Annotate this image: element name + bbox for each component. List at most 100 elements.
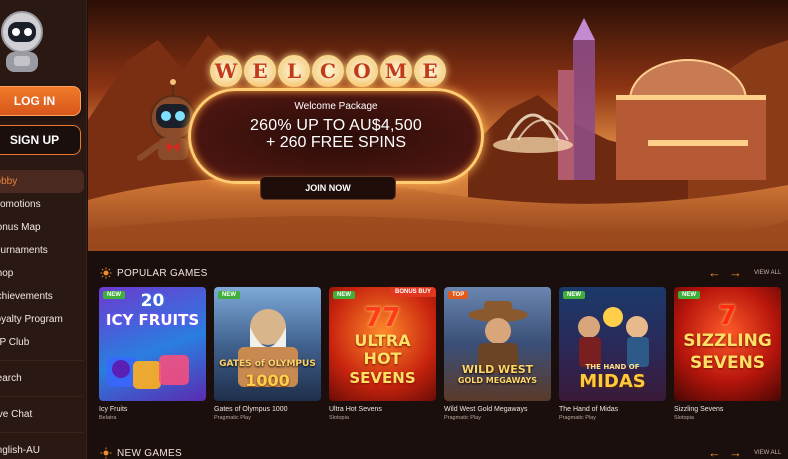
sidebar-item-label: Loyalty Program	[0, 314, 63, 325]
game-art-subtitle: 1000	[245, 371, 290, 390]
sidebar-item-vip-club[interactable]: VIP Club	[0, 331, 84, 354]
new-badge: NEW	[563, 291, 585, 299]
sidebar-item-bonus-map[interactable]: Bonus Map	[0, 216, 84, 239]
game-art-subtitle: MIDAS	[579, 371, 646, 392]
game-art-title: HOT	[363, 349, 402, 368]
sun-icon	[100, 447, 112, 459]
popular-games-row: NEW 20 ICY FRUITS Icy Fruits Belatra NEW…	[99, 287, 781, 421]
game-art-title: 20	[140, 291, 165, 311]
game-provider: Slotopia	[674, 415, 694, 421]
sidebar-divider	[0, 360, 84, 361]
game-art-title: SIZZLING	[683, 331, 772, 351]
sidebar-item-loyalty-program[interactable]: Loyalty Program	[0, 308, 84, 331]
game-thumbnail[interactable]: NEW 20 ICY FRUITS	[99, 287, 206, 401]
game-name: Ultra Hot Sevens	[329, 406, 382, 413]
game-thumbnail[interactable]: NEW BONUS BUY 77 ULTRA HOT SEVENS	[329, 287, 436, 401]
arrow-right-icon[interactable]: →	[729, 445, 742, 459]
game-name: The Hand of Midas	[559, 406, 619, 413]
game-name: Icy Fruits	[99, 406, 128, 413]
promo-headline: 260% UP TO AU$4,500	[250, 117, 422, 134]
game-thumbnail[interactable]: NEW 7 SIZZLING SEVENS	[674, 287, 781, 401]
sidebar-item-label: Tournaments	[0, 245, 48, 256]
game-provider: Pragmatic Play	[214, 415, 251, 421]
sidebar: LOG IN SIGN UP Lobby Promotions Bonus Ma…	[0, 0, 87, 459]
game-art-title: GATES of OLYMPUS	[219, 359, 316, 369]
game-card[interactable]: NEW 7 SIZZLING SEVENS Sizzling Sevens Sl…	[674, 287, 781, 421]
section-title: NEW GAMES	[117, 447, 182, 459]
welcome-letter: E	[244, 55, 276, 87]
game-art-subtitle: GOLD MEGAWAYS	[457, 376, 538, 385]
game-thumbnail[interactable]: NEW GATES of OLYMPUS 1000	[214, 287, 321, 401]
welcome-sign-letters: W E L C O M E	[210, 55, 446, 87]
game-name: Sizzling Sevens	[674, 406, 724, 413]
sidebar-divider	[0, 432, 84, 433]
sidebar-item-label: Promotions	[0, 199, 41, 210]
game-card[interactable]: NEW 20 ICY FRUITS Icy Fruits Belatra	[99, 287, 206, 421]
game-art-subtitle: SEVENS	[689, 353, 766, 373]
new-games-header: NEW GAMES	[100, 445, 182, 459]
game-card[interactable]: NEW GATES of OLYMPUS 1000 Gates of Olymp…	[214, 287, 321, 421]
game-art-subtitle: SEVENS	[349, 369, 416, 387]
join-now-button[interactable]: JOIN NOW	[260, 176, 396, 200]
login-button[interactable]: LOG IN	[0, 86, 81, 116]
game-name: Gates of Olympus 1000	[214, 406, 288, 413]
game-provider: Pragmatic Play	[444, 415, 481, 421]
game-name: Wild West Gold Megaways	[444, 406, 528, 413]
game-thumbnail[interactable]: NEW THE HAND OF MIDAS	[559, 287, 666, 401]
sidebar-divider	[0, 396, 84, 397]
welcome-letter: C	[312, 55, 344, 87]
sidebar-item-label: Achievements	[0, 291, 53, 302]
promo-subtitle: Welcome Package	[294, 101, 378, 112]
sidebar-item-shop[interactable]: Shop	[0, 262, 84, 285]
game-thumbnail[interactable]: TOP WILD WEST GOLD MEGAWAYS	[444, 287, 551, 401]
bonus-buy-badge: BONUS BUY	[389, 287, 436, 297]
language-selector[interactable]: English-AU	[0, 439, 84, 459]
sidebar-item-label: Lobby	[0, 176, 18, 187]
sidebar-item-label: Search	[0, 373, 22, 384]
game-art-title: ULTRA	[354, 331, 411, 350]
game-art-subtitle: ICY FRUITS	[105, 311, 200, 329]
welcome-letter: W	[210, 55, 242, 87]
new-games-carousel-controls: ← → VIEW ALL	[708, 445, 781, 459]
new-badge: NEW	[678, 291, 700, 299]
sidebar-nav: Lobby Promotions Bonus Map Tournaments S…	[0, 170, 84, 459]
top-badge: TOP	[448, 291, 469, 299]
view-all-link[interactable]: VIEW ALL	[754, 270, 781, 276]
sidebar-item-promotions[interactable]: Promotions	[0, 193, 84, 216]
game-card[interactable]: NEW BONUS BUY 77 ULTRA HOT SEVENS Ultra …	[329, 287, 436, 421]
seven-icon: 77	[364, 303, 401, 333]
sidebar-item-lobby[interactable]: Lobby	[0, 170, 84, 193]
arrow-right-icon[interactable]: →	[729, 265, 742, 280]
game-art-title: THE HAND OF	[585, 363, 640, 371]
welcome-letter: O	[346, 55, 378, 87]
welcome-banner[interactable]: W E L C O M E Welcome Package 260% UP TO…	[88, 0, 788, 251]
signup-button[interactable]: SIGN UP	[0, 125, 81, 155]
sidebar-item-label: Live Chat	[0, 409, 33, 420]
new-badge: NEW	[333, 291, 355, 299]
game-card[interactable]: TOP WILD WEST GOLD MEGAWAYS Wild West Go…	[444, 287, 551, 421]
game-provider: Slotopia	[329, 415, 349, 421]
new-badge: NEW	[218, 291, 240, 299]
robot-mascot-avatar	[1, 11, 43, 72]
sidebar-item-label: VIP Club	[0, 337, 30, 348]
sidebar-item-search[interactable]: Search	[0, 367, 84, 390]
arrow-left-icon[interactable]: ←	[708, 445, 721, 459]
welcome-letter: M	[380, 55, 412, 87]
sidebar-item-achievements[interactable]: Achievements	[0, 285, 84, 308]
arrow-left-icon[interactable]: ←	[708, 265, 721, 280]
sidebar-item-live-chat[interactable]: Live Chat	[0, 403, 84, 426]
popular-games-header: POPULAR GAMES	[100, 265, 208, 281]
promo-free-spins: + 260 FREE SPINS	[265, 134, 407, 151]
game-provider: Pragmatic Play	[559, 415, 596, 421]
sidebar-item-label: Bonus Map	[0, 222, 41, 233]
sidebar-item-label: Shop	[0, 268, 14, 279]
popular-carousel-controls: ← → VIEW ALL	[708, 265, 781, 280]
game-provider: Belatra	[99, 415, 117, 421]
section-title: POPULAR GAMES	[117, 267, 208, 279]
game-card[interactable]: NEW THE HAND OF MIDAS The Hand of Midas …	[559, 287, 666, 421]
welcome-letter: E	[414, 55, 446, 87]
sidebar-item-tournaments[interactable]: Tournaments	[0, 239, 84, 262]
game-art-title: WILD WEST	[461, 363, 534, 376]
sun-icon	[100, 267, 112, 279]
view-all-link[interactable]: VIEW ALL	[754, 450, 781, 456]
